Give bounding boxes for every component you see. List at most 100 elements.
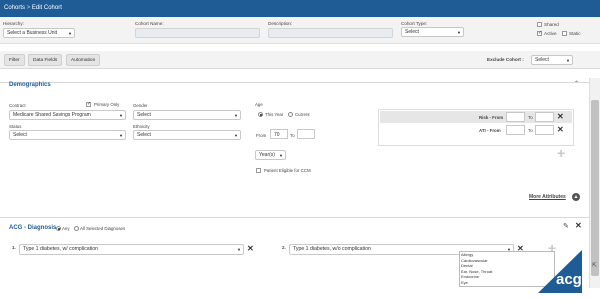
chevron-down-icon: ▼: [237, 247, 241, 252]
breadcrumb-current: Edit Cohort: [31, 5, 62, 11]
ethnicity-value: Select: [137, 132, 151, 138]
status-label: Status: [9, 124, 22, 129]
active-checkbox[interactable]: [537, 30, 542, 36]
cohort-header-form: Hierarchy: Select a Business Unit ▼ Coho…: [0, 17, 600, 44]
hierarchy-select-value: Select a Business Unit: [7, 30, 58, 36]
contract-label: Contract: [9, 103, 26, 108]
gender-select[interactable]: Select ▼: [133, 110, 241, 120]
age-label: Age: [255, 102, 263, 107]
collapse-icon[interactable]: ⌃: [574, 80, 579, 87]
cohort-name-label: Cohort Name:: [135, 21, 164, 26]
primary-only-checkbox[interactable]: [86, 101, 91, 107]
acg-diagnosis-title: ACG - Diagnosis: [9, 225, 57, 231]
age-from-label: From: [256, 133, 267, 138]
ati-from-label: ATI - From: [479, 128, 501, 133]
tab-toolbar: Filter Data Fields Automation Exclude Co…: [0, 51, 600, 69]
remove-section-icon[interactable]: ✕: [575, 222, 582, 230]
acg-logo: acg JOHNS HOPKINS: [538, 250, 582, 293]
primary-only-label: Primary Only: [94, 102, 120, 107]
chevron-down-icon: ▼: [119, 113, 123, 118]
chevron-down-icon: ▼: [234, 133, 238, 138]
all-selected-label: All Selected Diagnoses: [80, 226, 126, 231]
current-label: Current: [295, 112, 310, 117]
diagnosis-2-index: 2.: [282, 245, 286, 250]
diagnosis-1-value: Type 1 diabetes, w/ complication: [23, 246, 98, 252]
scrollbar-thumb[interactable]: [591, 100, 599, 276]
cohort-type-label: Cohort Type:: [401, 21, 428, 26]
all-selected-radio[interactable]: [74, 226, 79, 231]
description-label: Description:: [268, 21, 293, 26]
age-to-label: To: [290, 133, 295, 138]
ethnicity-select[interactable]: Select ▼: [133, 130, 241, 140]
contract-value: Medicare Shared Savings Program: [13, 112, 91, 118]
shared-checkbox[interactable]: [537, 22, 542, 27]
tab-automation[interactable]: Automation: [66, 54, 101, 66]
ati-to-input[interactable]: [535, 125, 554, 135]
pencil-icon[interactable]: ✎: [563, 222, 569, 230]
demographics-title: Demographics: [9, 82, 51, 88]
status-value: Select: [13, 132, 27, 138]
tab-filter[interactable]: Filter: [4, 54, 25, 66]
ati-to-label: To: [528, 128, 533, 133]
ccm-label: Patient Eligible for CCM: [264, 168, 311, 173]
any-radio[interactable]: [56, 226, 61, 231]
risk-from-label: Risk - From: [479, 115, 504, 120]
breadcrumb-separator: >: [26, 5, 31, 11]
remove-risk-icon[interactable]: ✕: [557, 113, 564, 121]
chevron-down-icon: ▼: [68, 31, 72, 36]
age-unit-value: Year(s): [259, 152, 275, 158]
risk-to-label: To: [528, 115, 533, 120]
exclude-cohort-label: Exclude Cohort :: [487, 57, 524, 62]
chevron-down-icon: ▼: [234, 113, 238, 118]
chevron-down-icon: ▼: [566, 58, 570, 63]
logo-subtext: JOHNS HOPKINS: [543, 289, 573, 293]
ccm-checkbox[interactable]: [256, 168, 261, 173]
contract-select[interactable]: Medicare Shared Savings Program ▼: [9, 110, 126, 120]
breadcrumb-root[interactable]: Cohorts: [4, 5, 25, 11]
exclude-cohort-value: Select: [535, 57, 549, 63]
this-year-label: This Year: [265, 112, 284, 117]
gender-label: Gender: [133, 103, 148, 108]
chevron-down-icon: ▼: [457, 30, 461, 35]
chevron-up-icon[interactable]: ▲: [572, 193, 580, 201]
age-from-input[interactable]: 70: [270, 129, 288, 139]
hierarchy-label: Hierarchy:: [3, 21, 24, 26]
logo-text: acg: [556, 271, 582, 288]
current-radio[interactable]: [288, 112, 293, 117]
diagnosis-1-index: 1.: [12, 245, 16, 250]
cohort-name-input[interactable]: [135, 28, 260, 38]
ati-from-input[interactable]: [506, 125, 525, 135]
hierarchy-select[interactable]: Select a Business Unit ▼: [3, 28, 75, 38]
add-attribute-icon[interactable]: +: [557, 146, 565, 160]
static-checkbox[interactable]: [562, 31, 567, 36]
diagnosis-2-value: Type 1 diabetes, w/o complication: [293, 246, 371, 252]
section-divider: [0, 82, 589, 83]
more-attributes-link[interactable]: More Attributes: [529, 194, 566, 200]
cohort-type-value: Select: [405, 29, 419, 35]
this-year-radio[interactable]: [258, 112, 263, 117]
ethnicity-label: Ethnicity: [133, 124, 150, 129]
section-divider: [0, 217, 589, 218]
risk-from-input[interactable]: [506, 112, 525, 122]
cursor-icon: ⇱: [592, 263, 598, 269]
any-label: Any: [62, 226, 70, 231]
status-select[interactable]: Select ▼: [9, 130, 126, 140]
age-to-input[interactable]: [297, 129, 315, 139]
remove-ati-icon[interactable]: ✕: [557, 126, 564, 134]
static-label: Static: [569, 31, 581, 36]
chevron-down-icon: ▼: [119, 133, 123, 138]
description-input[interactable]: [268, 28, 393, 38]
diagnosis-1-select[interactable]: Type 1 diabetes, w/ complication ▼: [19, 244, 244, 255]
vertical-scrollbar[interactable]: [589, 78, 600, 288]
age-unit-select[interactable]: Year(s) ▼: [255, 150, 286, 160]
tab-data-fields[interactable]: Data Fields: [28, 54, 63, 66]
chevron-down-icon: ▼: [279, 153, 283, 158]
exclude-cohort-select[interactable]: Select ▼: [531, 55, 573, 65]
gender-value: Select: [137, 112, 151, 118]
shared-label: Shared: [544, 22, 559, 27]
cohort-type-select[interactable]: Select ▼: [401, 27, 464, 37]
risk-to-input[interactable]: [535, 112, 554, 122]
remove-diagnosis-1-icon[interactable]: ✕: [247, 245, 254, 253]
active-label: Active: [544, 31, 557, 36]
breadcrumb: Cohorts > Edit Cohort: [0, 0, 600, 17]
